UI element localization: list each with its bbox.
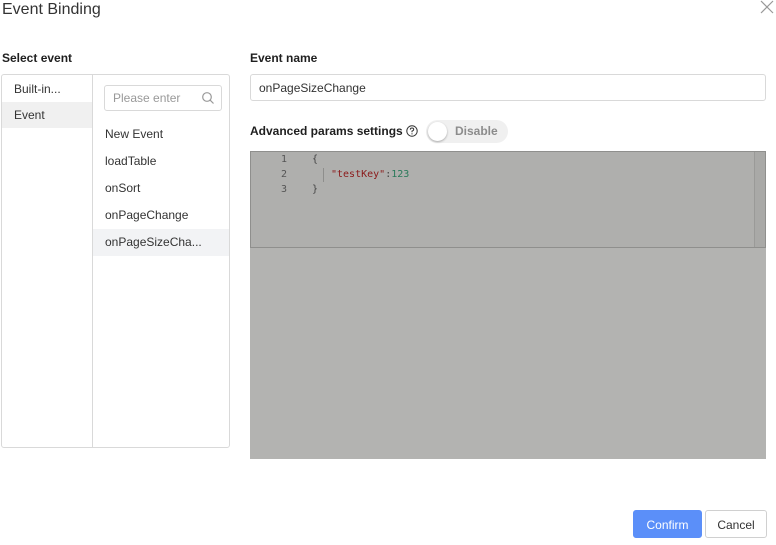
advanced-params-toggle[interactable]: Disable <box>426 120 508 143</box>
code-text: } <box>312 184 319 195</box>
json-value: 123 <box>391 169 410 180</box>
event-item-on-page-size-change[interactable]: onPageSizeCha... <box>93 229 229 256</box>
event-list: New Event loadTable onSort onPageChange … <box>93 121 229 256</box>
code-text: "testKey":123 <box>331 168 409 182</box>
toggle-knob <box>428 122 447 141</box>
search-box <box>104 85 222 111</box>
search-icon[interactable] <box>201 91 215 105</box>
category-item-built-in[interactable]: Built-in... <box>2 76 92 102</box>
line-number: 2 <box>280 169 287 180</box>
line-number: 3 <box>280 184 287 195</box>
event-item-on-page-change[interactable]: onPageChange <box>93 202 229 229</box>
advanced-params-label: Advanced params settings <box>250 124 403 138</box>
search-input[interactable] <box>113 87 205 109</box>
event-name-input[interactable] <box>250 74 766 101</box>
event-item-new-event[interactable]: New Event <box>93 121 229 148</box>
indent-guide <box>323 168 324 182</box>
editor-scrollbar[interactable] <box>754 152 765 247</box>
code-text: { <box>312 154 319 165</box>
code-editor[interactable]: 1 { 2 "testKey":123 3 } <box>250 151 766 459</box>
close-icon[interactable] <box>760 0 774 14</box>
category-item-event[interactable]: Event <box>2 102 92 128</box>
cancel-button[interactable]: Cancel <box>705 510 767 538</box>
help-icon[interactable] <box>406 125 418 137</box>
category-column: Built-in... Event <box>2 75 93 447</box>
dialog-title: Event Binding <box>2 1 101 18</box>
event-panel: Built-in... Event New Event loadTable on… <box>1 74 230 448</box>
event-item-load-table[interactable]: loadTable <box>93 148 229 175</box>
event-item-on-sort[interactable]: onSort <box>93 175 229 202</box>
confirm-button[interactable]: Confirm <box>633 510 702 538</box>
toggle-label: Disable <box>455 124 498 138</box>
json-key: "testKey" <box>331 169 386 180</box>
line-number: 1 <box>280 154 287 165</box>
select-event-label: Select event <box>2 51 73 65</box>
event-name-label: Event name <box>250 51 318 65</box>
event-list-column: New Event loadTable onSort onPageChange … <box>93 75 229 447</box>
editor-code-area[interactable]: 1 { 2 "testKey":123 3 } <box>250 151 766 248</box>
